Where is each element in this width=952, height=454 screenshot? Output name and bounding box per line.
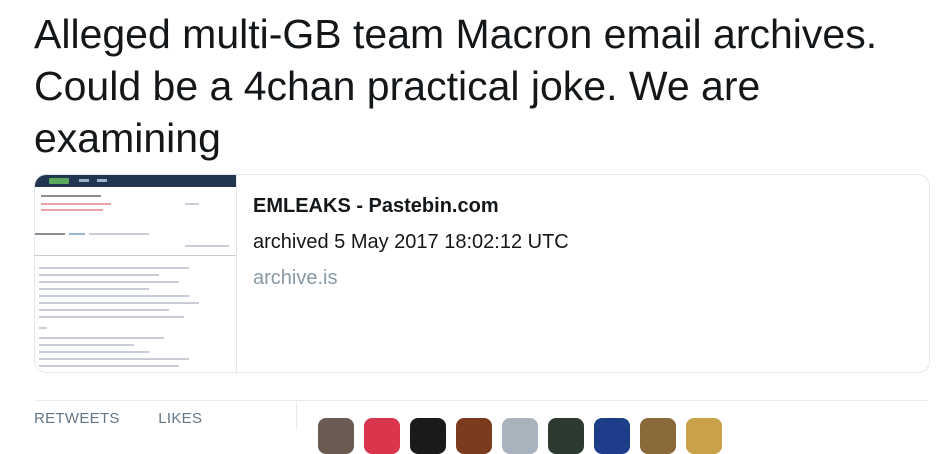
liker-avatar[interactable]: [640, 418, 676, 454]
thumbnail-line: [39, 365, 179, 367]
stats-divider: [34, 400, 928, 401]
thumbnail-line: [39, 344, 134, 346]
thumbnail-line: [39, 327, 47, 329]
liker-avatar[interactable]: [318, 418, 354, 454]
thumbnail-toolbar: [35, 175, 236, 187]
thumbnail-line: [39, 281, 179, 283]
thumbnail-line: [41, 195, 101, 197]
thumbnail-line: [39, 267, 189, 269]
thumbnail-line: [39, 302, 199, 304]
liker-avatar[interactable]: [364, 418, 400, 454]
liker-avatar[interactable]: [594, 418, 630, 454]
card-title: EMLEAKS - Pastebin.com: [253, 195, 499, 217]
thumbnail-line: [39, 309, 169, 311]
retweets-label[interactable]: RETWEETS: [34, 410, 120, 427]
link-preview-card[interactable]: EMLEAKS - Pastebin.com archived 5 May 20…: [34, 174, 930, 373]
thumbnail-line: [39, 358, 189, 360]
thumbnail-line: [69, 233, 85, 235]
stats-separator: [296, 402, 297, 430]
thumbnail-line: [39, 288, 149, 290]
thumbnail-line: [35, 255, 236, 256]
card-description: archived 5 May 2017 18:02:12 UTC: [253, 231, 569, 253]
likes-label[interactable]: LIKES: [158, 410, 202, 427]
thumbnail-line: [41, 203, 111, 205]
thumbnail-green-button: [49, 178, 69, 184]
thumbnail-line: [185, 245, 229, 247]
card-body: EMLEAKS - Pastebin.com archived 5 May 20…: [253, 193, 569, 291]
thumbnail-nav-item: [97, 179, 107, 182]
thumbnail-line: [41, 209, 103, 211]
thumbnail-line: [39, 337, 164, 339]
card-domain: archive.is: [253, 267, 338, 289]
thumbnail-line: [35, 233, 65, 235]
liker-avatar[interactable]: [548, 418, 584, 454]
thumbnail-nav-item: [79, 179, 89, 182]
liker-avatar[interactable]: [410, 418, 446, 454]
liker-avatar[interactable]: [456, 418, 492, 454]
thumbnail-line: [89, 233, 149, 235]
liker-avatar[interactable]: [502, 418, 538, 454]
thumbnail-line: [39, 295, 189, 297]
thumbnail-line: [185, 203, 199, 205]
thumbnail-line: [39, 351, 149, 353]
thumbnail-line: [39, 316, 184, 318]
liker-avatar[interactable]: [686, 418, 722, 454]
card-thumbnail: [35, 175, 237, 372]
tweet-stats: RETWEETS LIKES: [34, 410, 236, 427]
thumbnail-line: [39, 274, 159, 276]
tweet-text: Alleged multi-GB team Macron email archi…: [34, 11, 878, 161]
